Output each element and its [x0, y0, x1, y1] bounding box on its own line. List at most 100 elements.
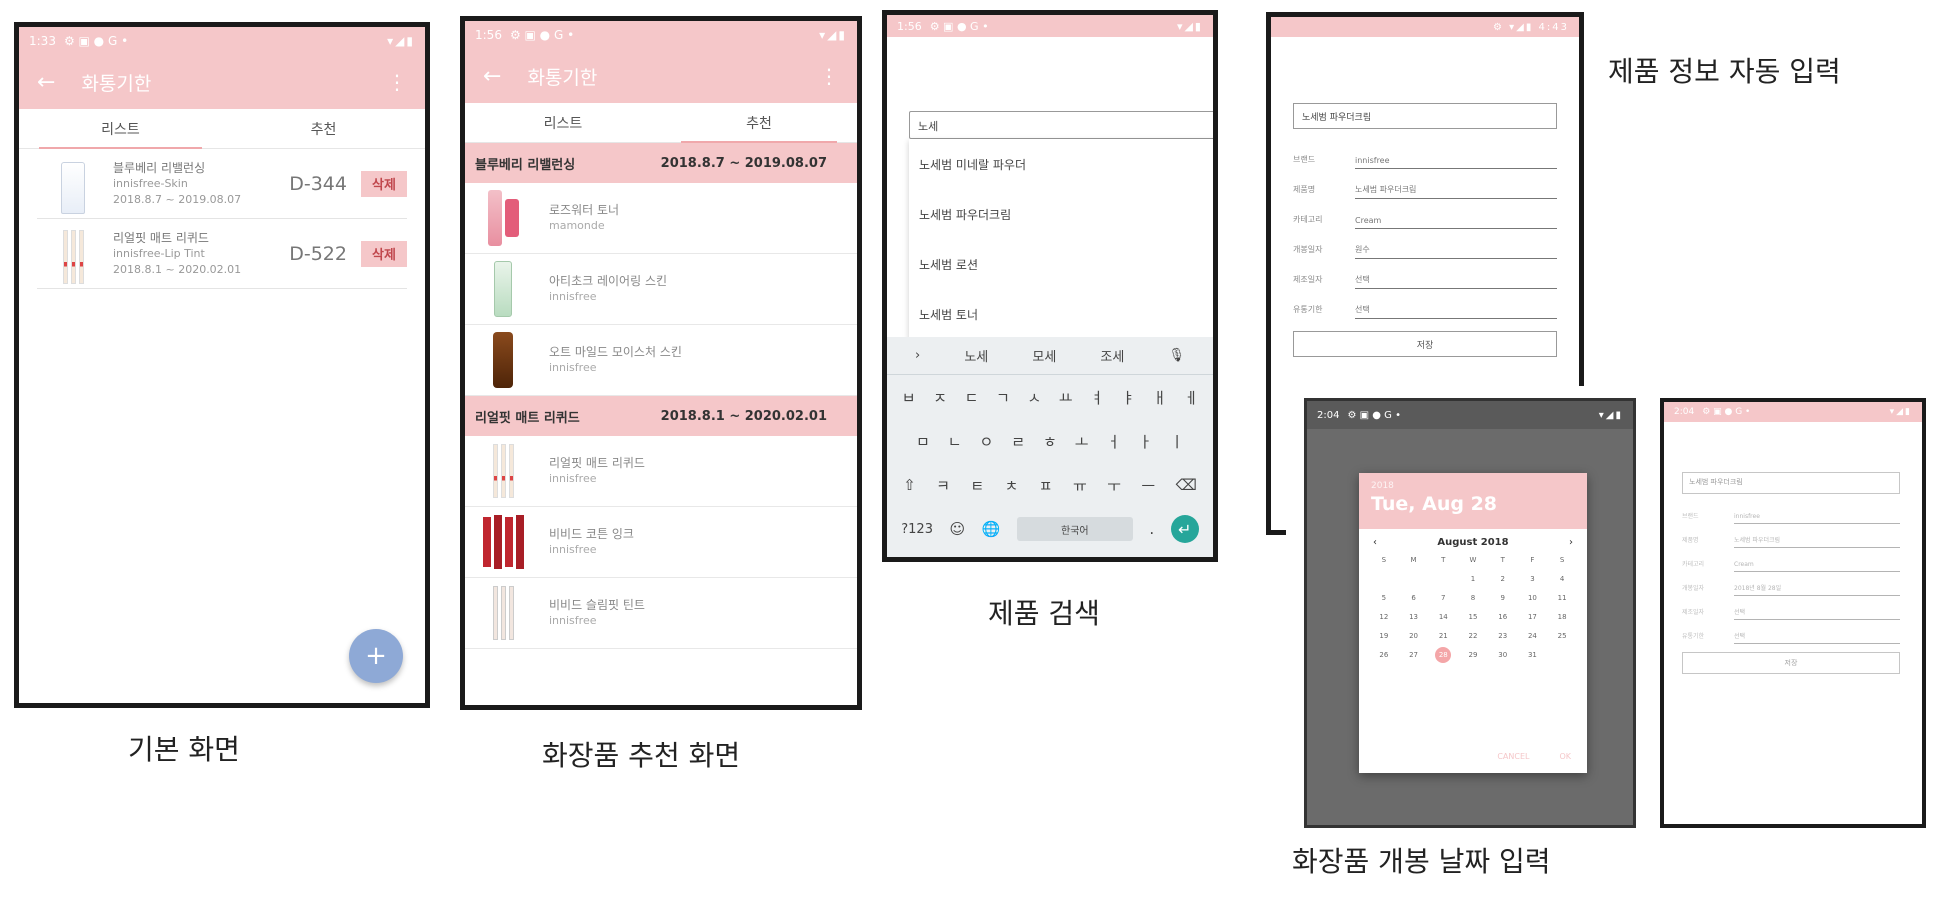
chevron-left-icon[interactable]: ‹: [1373, 537, 1377, 548]
form-row-mfg-date[interactable]: 제조일자 선택: [1293, 267, 1557, 289]
tab-list[interactable]: 리스트: [19, 109, 222, 149]
key[interactable]: ㅁ: [916, 431, 930, 452]
calendar-day[interactable]: 11: [1547, 594, 1577, 602]
form-row-expiry[interactable]: 유통기한 선택: [1293, 297, 1557, 319]
search-input[interactable]: 노세: [909, 111, 1213, 139]
key[interactable]: ㅍ: [1039, 475, 1053, 496]
delete-button[interactable]: 삭제: [361, 170, 407, 197]
calendar-day[interactable]: 20: [1399, 632, 1429, 640]
key[interactable]: ㅊ: [1005, 475, 1019, 496]
selected-year[interactable]: 2018: [1371, 481, 1575, 491]
calendar-day[interactable]: 30: [1488, 651, 1518, 663]
key[interactable]: ㅜ: [1107, 475, 1121, 496]
calendar-day[interactable]: 23: [1488, 632, 1518, 640]
key[interactable]: ㅑ: [1122, 387, 1136, 408]
chevron-right-icon[interactable]: ›: [915, 348, 920, 363]
form-row-expiry[interactable]: 유통기한 선택: [1682, 622, 1900, 644]
globe-icon[interactable]: 🌐: [982, 520, 1001, 538]
product-name-input[interactable]: 노세범 파우더크림: [1682, 472, 1900, 494]
calendar-day[interactable]: 12: [1369, 613, 1399, 621]
key[interactable]: ㅕ: [1090, 387, 1104, 408]
form-row-open-date[interactable]: 개봉일자 2018년 8월 28일: [1682, 574, 1900, 596]
more-vert-icon[interactable]: ⋮: [387, 70, 407, 94]
form-row-product[interactable]: 제품명 노세범 파우더크림: [1293, 177, 1557, 199]
list-item[interactable]: 비비드 코튼 잉크 innisfree: [465, 507, 857, 578]
backspace-icon[interactable]: ⌫: [1176, 476, 1197, 494]
key[interactable]: ㅂ: [902, 387, 916, 408]
list-item[interactable]: 오트 마일드 모이스처 스킨 innisfree: [465, 325, 857, 396]
calendar-day[interactable]: 19: [1369, 632, 1399, 640]
calendar-day[interactable]: 10: [1518, 594, 1548, 602]
suggestion-item[interactable]: 노세범 파우더크림: [909, 189, 1213, 239]
calendar-day[interactable]: 29: [1458, 651, 1488, 663]
tab-recommend[interactable]: 추천: [661, 103, 857, 143]
key[interactable]: ㅣ: [1170, 431, 1184, 452]
key[interactable]: ㅠ: [1073, 475, 1087, 496]
form-row-product[interactable]: 제품명 노세범 파우더크림: [1682, 526, 1900, 548]
product-name-input[interactable]: 노세범 파우더크림: [1293, 103, 1557, 129]
form-row-open-date[interactable]: 개봉일자 원수: [1293, 237, 1557, 259]
suggestion-item[interactable]: 노세범 토너: [909, 289, 1213, 339]
key[interactable]: ㅛ: [1059, 387, 1073, 408]
form-row-brand[interactable]: 브랜드 innisfree: [1682, 502, 1900, 524]
period-key[interactable]: .: [1149, 520, 1154, 538]
kb-suggestion[interactable]: 모세: [1032, 346, 1056, 365]
save-button[interactable]: 저장: [1293, 331, 1557, 357]
calendar-day[interactable]: 15: [1458, 613, 1488, 621]
key[interactable]: ㄴ: [948, 431, 962, 452]
calendar-day[interactable]: 18: [1547, 613, 1577, 621]
chevron-right-icon[interactable]: ›: [1569, 537, 1573, 548]
symbols-key[interactable]: ?123: [901, 522, 933, 537]
key[interactable]: ㅅ: [1027, 387, 1041, 408]
more-vert-icon[interactable]: ⋮: [819, 64, 839, 88]
calendar-day[interactable]: 24: [1518, 632, 1548, 640]
key[interactable]: ㅎ: [1043, 431, 1057, 452]
calendar-day[interactable]: 14: [1428, 613, 1458, 621]
suggestion-item[interactable]: 노세범 로션: [909, 239, 1213, 289]
calendar-day[interactable]: 16: [1488, 613, 1518, 621]
list-item[interactable]: 아티초크 레이어링 스킨 innisfree: [465, 254, 857, 325]
shift-icon[interactable]: ⇧: [903, 476, 916, 494]
calendar-day[interactable]: 6: [1399, 594, 1429, 602]
calendar-day[interactable]: 9: [1488, 594, 1518, 602]
key[interactable]: ㅐ: [1153, 387, 1167, 408]
cancel-button[interactable]: CANCEL: [1497, 752, 1529, 761]
kb-suggestion[interactable]: 노세: [964, 346, 988, 365]
delete-button[interactable]: 삭제: [361, 240, 407, 267]
add-fab-button[interactable]: +: [349, 629, 403, 683]
list-item[interactable]: 리얼핏 매트 리퀴드 innisfree-Lip Tint 2018.8.1 ~…: [37, 219, 407, 289]
key[interactable]: ㅡ: [1141, 475, 1155, 496]
key[interactable]: ㄹ: [1011, 431, 1025, 452]
key[interactable]: ㅔ: [1184, 387, 1198, 408]
key[interactable]: ㅋ: [936, 475, 950, 496]
microphone-icon[interactable]: 🎙: [1168, 348, 1185, 363]
selected-day[interactable]: 28: [1435, 647, 1452, 663]
calendar-day[interactable]: 4: [1547, 575, 1577, 583]
calendar-day[interactable]: 7: [1428, 594, 1458, 602]
back-arrow-icon[interactable]: ←: [37, 70, 55, 95]
back-arrow-icon[interactable]: ←: [483, 64, 501, 89]
key[interactable]: ㅇ: [980, 431, 994, 452]
list-item[interactable]: 블루베리 리밸런싱 innisfree-Skin 2018.8.7 ~ 2019…: [37, 149, 407, 219]
calendar-day[interactable]: 25: [1547, 632, 1577, 640]
calendar-day[interactable]: 27: [1399, 651, 1429, 663]
emoji-icon[interactable]: ☺: [949, 520, 965, 538]
suggestion-item[interactable]: 노세범 미네랄 파우더: [909, 139, 1213, 189]
list-item[interactable]: 비비드 슬림핏 틴트 innisfree: [465, 578, 857, 649]
key[interactable]: ㅈ: [933, 387, 947, 408]
calendar-day[interactable]: 1: [1458, 575, 1488, 583]
calendar-day[interactable]: 28: [1428, 647, 1458, 663]
kb-suggestion[interactable]: 조세: [1100, 346, 1124, 365]
calendar-day[interactable]: 21: [1428, 632, 1458, 640]
enter-icon[interactable]: ↵: [1170, 515, 1199, 543]
key[interactable]: ㄱ: [996, 387, 1010, 408]
ok-button[interactable]: OK: [1559, 752, 1571, 761]
space-key[interactable]: 한국어: [1016, 517, 1133, 541]
calendar-day[interactable]: 31: [1518, 651, 1548, 663]
key[interactable]: ㅏ: [1138, 431, 1152, 452]
key[interactable]: ㄷ: [965, 387, 979, 408]
calendar-day[interactable]: 5: [1369, 594, 1399, 602]
form-row-brand[interactable]: 브랜드 innisfree: [1293, 147, 1557, 169]
form-row-category[interactable]: 카테고리 Cream: [1682, 550, 1900, 572]
tab-recommend[interactable]: 추천: [222, 109, 425, 148]
